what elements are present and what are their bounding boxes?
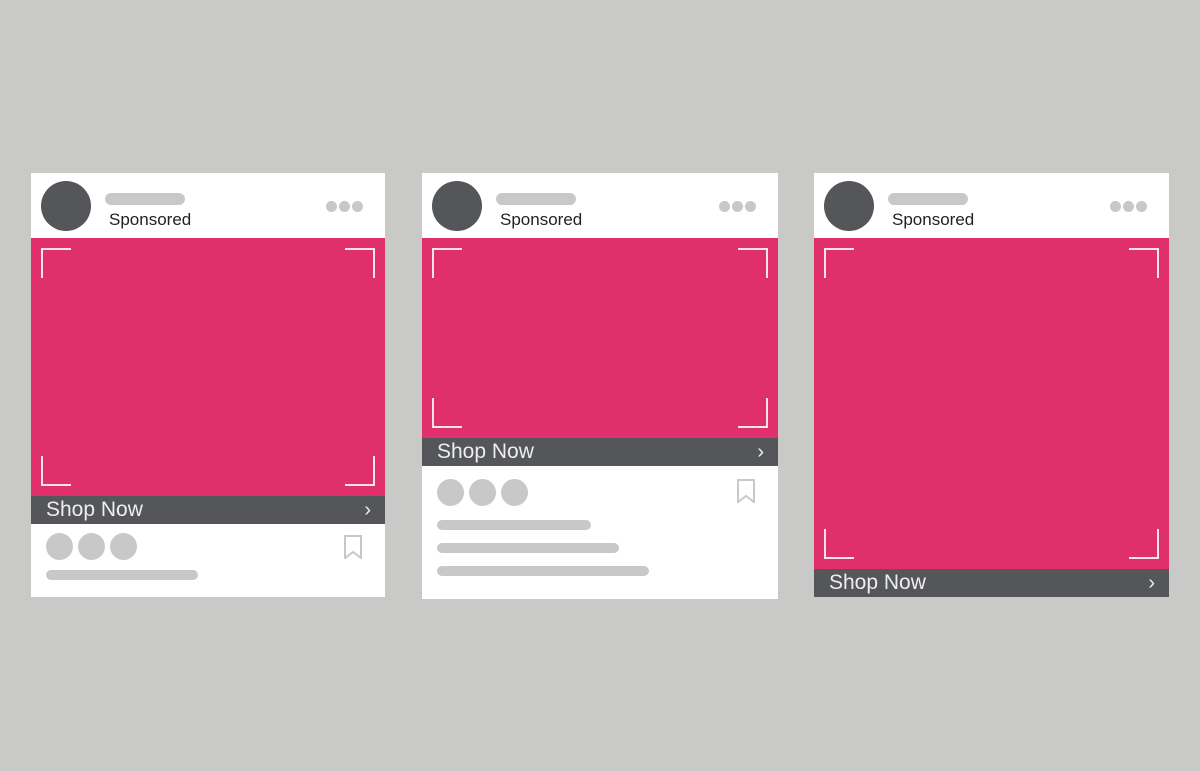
chevron-right-icon: › [364,499,371,521]
account-name-placeholder [496,193,576,205]
crop-corner-icon [1129,248,1159,278]
crop-corner-icon [41,248,71,278]
account-name-placeholder [105,193,185,205]
shop-now-button[interactable]: Shop Now › [814,569,1169,597]
crop-corner-icon [345,248,375,278]
bookmark-icon[interactable] [343,535,363,559]
avatar[interactable] [432,181,482,231]
ad-card-square: Sponsored Shop Now › [31,173,385,597]
crop-corner-icon [1129,529,1159,559]
avatar[interactable] [41,181,91,231]
shop-now-button[interactable]: Shop Now › [422,438,778,466]
sponsored-label: Sponsored [109,210,192,229]
caption-placeholder [46,570,198,580]
sponsored-label: Sponsored [892,210,975,229]
more-options-icon[interactable] [719,201,756,212]
more-options-icon[interactable] [326,201,363,212]
shop-now-label: Shop Now [437,440,534,463]
reaction-placeholders [46,533,137,560]
caption-placeholder [437,520,591,530]
ad-image[interactable] [31,238,385,496]
crop-corner-icon [432,248,462,278]
more-options-icon[interactable] [1110,201,1147,212]
crop-corner-icon [738,248,768,278]
crop-corner-icon [824,248,854,278]
caption-placeholder [437,566,649,576]
crop-corner-icon [345,456,375,486]
chevron-right-icon: › [1148,572,1155,594]
shop-now-label: Shop Now [46,498,143,521]
shop-now-label: Shop Now [829,571,926,594]
crop-corner-icon [41,456,71,486]
bookmark-icon[interactable] [736,479,756,503]
ad-image[interactable] [422,238,778,438]
sponsored-label: Sponsored [500,210,583,229]
reaction-placeholders [437,479,528,506]
avatar[interactable] [824,181,874,231]
chevron-right-icon: › [757,441,764,463]
crop-corner-icon [432,398,462,428]
crop-corner-icon [738,398,768,428]
caption-placeholder [437,543,619,553]
ad-card-portrait: Sponsored Shop Now › [814,173,1169,597]
ad-image[interactable] [814,238,1169,569]
shop-now-button[interactable]: Shop Now › [31,496,385,524]
crop-corner-icon [824,529,854,559]
account-name-placeholder [888,193,968,205]
ad-card-landscape: Sponsored Shop Now › [422,173,778,599]
